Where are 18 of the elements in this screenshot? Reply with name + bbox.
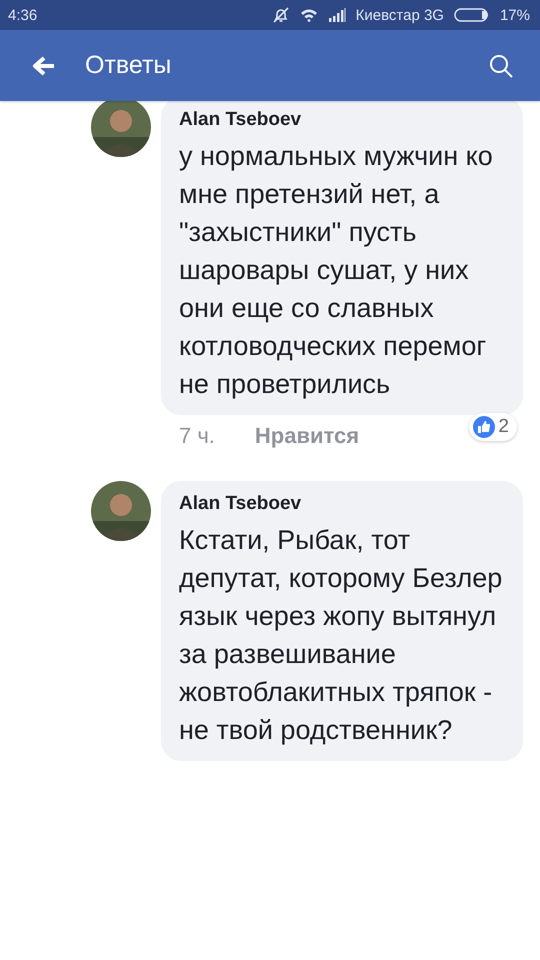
search-icon	[488, 52, 514, 78]
back-arrow-icon	[32, 54, 56, 76]
battery-icon	[454, 8, 490, 22]
comment-time: 7 ч.	[179, 423, 215, 449]
signal-icon	[328, 8, 346, 22]
page-title: Ответы	[85, 51, 172, 80]
comment-author[interactable]: Alan Tseboev	[179, 491, 509, 517]
avatar[interactable]	[91, 101, 151, 157]
reaction-count[interactable]: 2	[469, 413, 517, 441]
status-time: 4:36	[8, 6, 38, 24]
comment-author[interactable]: Alan Tseboev	[179, 107, 509, 133]
alarm-off-icon	[272, 6, 290, 24]
battery-percent: 17%	[500, 6, 530, 24]
comment-text: у нормальных мужчин ко мне претензий нет, а "захыстники" пусть шаровары сушат, у них они еще со славных котловодческих перемог не проветрились	[179, 140, 494, 401]
carrier-name: Киевстар 3G	[356, 6, 444, 24]
comment-text: Кстати, Рыбак, тот депутат, которому Безлер язык через жопу вытянул за развешивание жовтоблакитных тряпок - не твой родственник?	[179, 524, 504, 747]
like-icon	[473, 416, 496, 438]
wifi-icon	[300, 8, 318, 22]
